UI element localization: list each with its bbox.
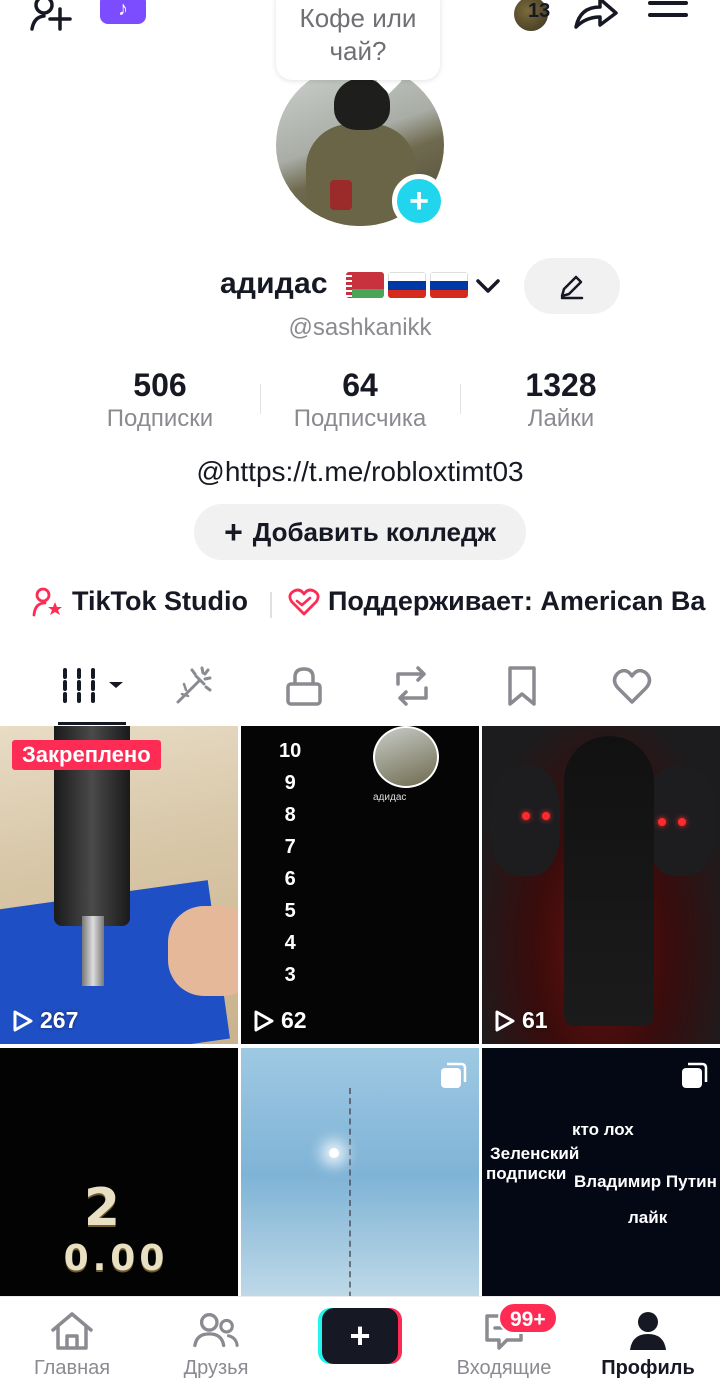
view-count: 61 (494, 1007, 548, 1034)
russia-flag-icon (430, 272, 468, 298)
stat-label: Подписчика (293, 405, 427, 432)
countdown-list: 10 9 8 7 6 5 4 3 (279, 740, 302, 986)
overlay-text: Зеленский (490, 1144, 580, 1163)
home-icon (51, 1312, 93, 1350)
nav-friends-label: Друзья (183, 1357, 249, 1379)
videos-grid-icon (63, 668, 123, 704)
tiktok-studio-label: TikTok Studio (72, 586, 249, 616)
nav-home-label: Главная (33, 1357, 111, 1379)
menu-icon[interactable] (644, 0, 692, 32)
nav-home[interactable]: Главная (12, 1297, 132, 1380)
add-friend-icon[interactable] (28, 0, 78, 36)
nav-profile[interactable]: Профиль (588, 1297, 708, 1380)
score-big: 2 (83, 1178, 121, 1238)
heart-icon (612, 668, 652, 704)
bookmark-icon (508, 666, 536, 706)
score-small: 0.00 (63, 1238, 169, 1279)
nav-inbox-label: Входящие (456, 1357, 552, 1379)
play-icon (495, 1010, 515, 1031)
tab-videos[interactable] (52, 660, 132, 712)
nav-profile-label: Профиль (601, 1357, 695, 1379)
repost-icon (396, 666, 428, 706)
overlay-text: лайк (628, 1208, 668, 1227)
bio-text[interactable]: @https://t.me/robloxtimt03 (0, 456, 720, 488)
overlay-avatar (373, 726, 439, 788)
add-story-plus-icon[interactable]: + (392, 174, 446, 228)
name-row: адидас (0, 258, 720, 314)
pinned-badge: Закреплено (12, 740, 161, 770)
view-count: 62 (253, 1007, 307, 1034)
stat-followers[interactable]: 64 Подписчика (260, 366, 460, 434)
video-tile[interactable]: Закреплено 267 (0, 726, 238, 1044)
play-icon (13, 1010, 33, 1031)
story-note-line1: Кофе или (299, 3, 417, 33)
profile-stats: 506 Подписки 64 Подписчика 1328 Лайки (0, 366, 720, 436)
share-icon[interactable] (570, 0, 622, 34)
overlay-text: кто лох (572, 1120, 634, 1139)
story-note-bubble[interactable]: Кофе или чай? (276, 0, 440, 80)
tiktok-app-icon[interactable]: ♪ (100, 0, 146, 24)
supports-link[interactable]: Поддерживает: American Ba (288, 586, 705, 617)
plus-icon: + (322, 1308, 398, 1364)
russia-flag-icon (388, 272, 426, 298)
inbox-badge: 99+ (498, 1302, 558, 1334)
supports-label: Поддерживает: American Ba (328, 586, 706, 616)
friends-icon (193, 1313, 239, 1348)
add-college-label: Добавить колледж (252, 516, 496, 547)
stat-value: 64 (342, 367, 378, 403)
heart-hand-icon (288, 588, 320, 615)
photo-carousel-icon (682, 1062, 708, 1088)
tab-reposts[interactable] (372, 660, 452, 712)
username: @sashkanikk (288, 314, 432, 341)
belarus-flag-icon (346, 272, 384, 298)
stat-value: 506 (133, 367, 187, 403)
profile-icon (630, 1312, 666, 1350)
tab-liked[interactable] (592, 660, 672, 712)
display-name: адидас (220, 267, 328, 300)
stat-value: 1328 (525, 367, 597, 403)
video-tile[interactable]: 61 (482, 726, 720, 1044)
creator-star-icon (32, 587, 62, 616)
overlay-text: подписки (486, 1164, 567, 1183)
story-note-line2: чай? (329, 36, 387, 66)
profile-visitors[interactable]: 13 (496, 0, 566, 34)
plus-icon: + (224, 514, 243, 550)
stat-label: Лайки (527, 405, 595, 432)
stat-likes[interactable]: 1328 Лайки (461, 366, 661, 434)
profile-links: TikTok Studio Поддерживает: American Ba (0, 586, 720, 626)
play-icon (254, 1010, 274, 1031)
stat-label: Подписки (106, 405, 214, 432)
sparkles-icon (176, 666, 212, 704)
edit-profile-button[interactable] (524, 258, 620, 314)
chevron-down-icon[interactable] (474, 272, 502, 300)
pencil-icon (560, 275, 584, 300)
overlay-text: Владимир Путин (574, 1172, 717, 1191)
tiktok-studio-link[interactable]: TikTok Studio (32, 586, 248, 617)
tab-favorites[interactable] (482, 660, 562, 712)
nav-friends[interactable]: Друзья (156, 1297, 276, 1380)
photo-carousel-icon (441, 1062, 467, 1088)
stat-following[interactable]: 506 Подписки (60, 366, 260, 434)
visitors-count: 13 (528, 0, 551, 22)
create-button[interactable]: + (318, 1308, 402, 1364)
add-college-button[interactable]: + Добавить колледж (194, 504, 526, 560)
view-count: 267 (12, 1007, 78, 1034)
overlay-name: адидас (373, 792, 407, 803)
lock-icon (286, 667, 322, 706)
tab-effects[interactable] (154, 660, 234, 712)
name-flags (346, 272, 468, 298)
tab-private[interactable] (264, 660, 344, 712)
video-tile[interactable]: 10 9 8 7 6 5 4 3 адидас 62 (241, 726, 479, 1044)
profile-tabs (0, 660, 720, 725)
active-tab-indicator (58, 722, 126, 725)
